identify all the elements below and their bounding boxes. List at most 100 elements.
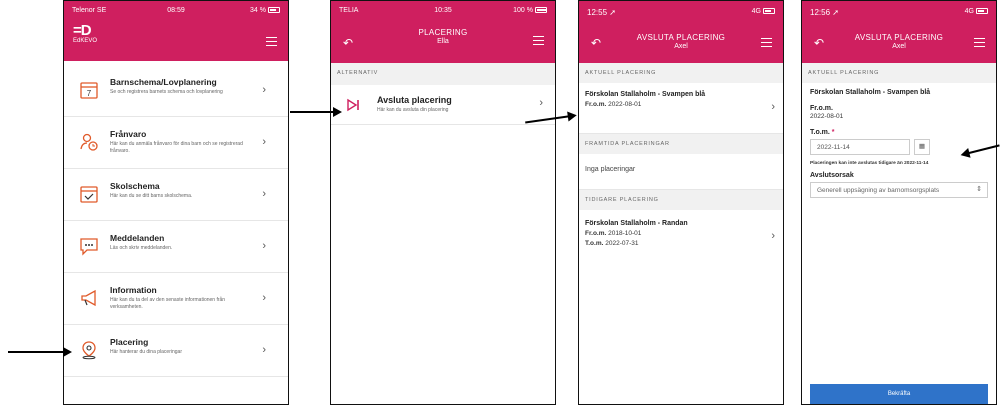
menu-item-title: Meddelanden	[110, 233, 165, 243]
network: 4G	[752, 8, 775, 15]
chevron-right-icon: ›	[262, 136, 266, 148]
menu-item-desc: Här kan du anmäla frånvaro för dina barn…	[110, 141, 243, 154]
min-date-note: Placeringen kan inte avslutas tidigare ä…	[810, 161, 929, 166]
menu-item-skolschema[interactable]: Skolschema Här kan du se ditt barns skol…	[64, 169, 288, 221]
app-header: TELIA 10:35 100 % PLACERING Ella ↶	[331, 1, 555, 63]
current-placement[interactable]: Förskolan Stallaholm - Svampen blå Fr.o.…	[579, 83, 783, 134]
battery-icon	[763, 8, 775, 15]
menu-item-meddelanden[interactable]: Meddelanden Läs och skriv meddelanden. ›	[64, 221, 288, 273]
end-placement-form: Förskolan Stallaholm - Svampen blå Fr.o.…	[802, 83, 996, 204]
edkevo-logo: =D EdKEVO	[73, 22, 98, 44]
back-arrow-icon[interactable]: ↶	[814, 36, 824, 50]
section-header: AKTUELL PLACERING	[802, 63, 996, 83]
menu-item-title: Placering	[110, 337, 149, 347]
menu-item-desc: Läs och skriv meddelanden.	[110, 245, 173, 251]
menu-item-title: Barnschema/Lovplanering	[110, 77, 217, 87]
calendar-check-icon	[80, 186, 98, 203]
menu-item-desc: Här hanterar du dina placeringar	[110, 349, 182, 355]
battery: 34 %	[250, 7, 280, 14]
app-header: Telenor SE 08:59 34 % =D EdKEVO	[64, 1, 288, 61]
calendar-icon[interactable]: ▦	[914, 139, 930, 155]
title: PLACERING	[418, 28, 468, 37]
svg-text:7: 7	[87, 89, 92, 98]
placement-name: Förskolan Stallaholm - Svampen blå	[810, 89, 931, 96]
subtitle: Ella	[437, 38, 449, 45]
subtitle: Axel	[674, 43, 688, 50]
placement-from: Fr.o.m. 2018-10-01	[585, 230, 642, 237]
chevron-right-icon: ›	[771, 101, 775, 113]
placement-name: Förskolan Stallaholm - Svampen blå	[585, 91, 706, 98]
megaphone-icon	[81, 289, 96, 307]
phone-placering-screen: TELIA 10:35 100 % PLACERING Ella ↶ ALTER…	[330, 0, 556, 405]
phone-home-screen: Telenor SE 08:59 34 % =D EdKEVO 7 Barnsc…	[63, 0, 289, 405]
battery-icon	[268, 7, 280, 14]
chevron-right-icon: ›	[262, 84, 266, 96]
from-label: Fr.o.m.	[810, 105, 833, 112]
status-bar: 12:55 ➚ 4G	[579, 8, 783, 18]
back-arrow-icon[interactable]: ↶	[591, 36, 601, 50]
menu-item-title: Frånvaro	[110, 129, 147, 139]
reason-label: Avslutsorsak	[810, 172, 854, 179]
past-placement[interactable]: Förskolan Stallaholm - Randan Fr.o.m. 20…	[579, 210, 783, 272]
to-label: T.o.m. *	[810, 129, 835, 136]
chevron-right-icon: ›	[262, 240, 266, 252]
phone-avsluta-list-screen: 12:55 ➚ 4G AVSLUTA PLACERING Axel ↶ AKTU…	[578, 0, 784, 405]
chevron-right-icon: ›	[262, 188, 266, 200]
battery-icon	[535, 7, 547, 14]
hamburger-menu-icon[interactable]	[533, 36, 544, 48]
to-date-input[interactable]: 2022-11-14	[810, 139, 910, 155]
from-value: 2022-08-01	[810, 113, 844, 120]
hamburger-menu-icon[interactable]	[974, 38, 985, 50]
screen-title: PLACERING Ella	[331, 28, 555, 45]
back-arrow-icon[interactable]: ↶	[343, 36, 353, 50]
calendar-icon: 7	[80, 82, 98, 99]
battery: 100 %	[513, 7, 547, 14]
placement-name: Förskolan Stallaholm - Randan	[585, 220, 688, 227]
placement-from: Fr.o.m. 2022-08-01	[585, 101, 642, 108]
no-placements-text: Inga placeringar	[579, 154, 783, 190]
network: 4G	[965, 8, 988, 15]
section-header: ALTERNATIV	[331, 63, 555, 85]
menu-item-desc: Här kan du avsluta din placering	[377, 107, 449, 113]
section-header: AKTUELL PLACERING	[579, 63, 783, 83]
menu-item-avsluta-placering[interactable]: Avsluta placering Här kan du avsluta din…	[331, 85, 555, 125]
status-bar: TELIA 10:35 100 %	[331, 7, 555, 17]
subtitle: Axel	[892, 43, 906, 50]
screen-title: AVSLUTA PLACERING Axel	[802, 33, 996, 50]
placement-to: T.o.m. 2022-07-31	[585, 240, 639, 247]
section-header: TIDIGARE PLACERING	[579, 190, 783, 210]
hamburger-menu-icon[interactable]	[761, 38, 772, 50]
chat-bubble-icon	[80, 238, 98, 256]
menu-item-barnschema[interactable]: 7 Barnschema/Lovplanering Se och registr…	[64, 65, 288, 117]
battery-icon	[976, 8, 988, 15]
phone-avsluta-form-screen: 12:56 ➚ 4G AVSLUTA PLACERING Axel ↶ AKTU…	[801, 0, 997, 405]
menu-item-title: Skolschema	[110, 181, 160, 191]
title: AVSLUTA PLACERING	[854, 33, 944, 42]
clock: 12:55 ➚	[587, 8, 616, 17]
clock: 12:56 ➚	[810, 8, 839, 17]
chevron-right-icon: ›	[771, 230, 775, 242]
annotation-arrow	[290, 107, 342, 117]
app-header: 12:55 ➚ 4G AVSLUTA PLACERING Axel ↶	[579, 1, 783, 63]
reason-select[interactable]: Generell uppsägning av barnomsorgsplats	[810, 182, 988, 198]
menu-item-desc: Här kan du ta del av den senaste informa…	[110, 297, 226, 310]
status-bar: 12:56 ➚ 4G	[802, 8, 996, 18]
chevron-right-icon: ›	[262, 344, 266, 356]
menu-item-title: Information	[110, 285, 157, 295]
person-clock-icon	[80, 133, 98, 151]
menu-item-franvaro[interactable]: Frånvaro Här kan du anmäla frånvaro för …	[64, 117, 288, 169]
chevron-right-icon: ›	[539, 97, 543, 109]
confirm-button[interactable]: Bekräfta	[810, 384, 988, 404]
title: AVSLUTA PLACERING	[636, 33, 726, 42]
select-arrows-icon: ⇕	[976, 186, 982, 193]
menu-item-information[interactable]: Information Här kan du ta del av den sen…	[64, 273, 288, 325]
menu-item-desc: Här kan du se ditt barns skolschema.	[110, 193, 193, 199]
section-header: FRAMTIDA PLACERINGAR	[579, 134, 783, 154]
menu-item-desc: Se och registrera barnets schema och lov…	[110, 89, 223, 95]
menu-item-title: Avsluta placering	[377, 95, 452, 105]
screen-title: AVSLUTA PLACERING Axel	[579, 33, 783, 50]
menu-item-placering[interactable]: Placering Här hanterar du dina placering…	[64, 325, 288, 377]
hamburger-menu-icon[interactable]	[266, 37, 277, 49]
reason-row: Generell uppsägning av barnomsorgsplats …	[810, 182, 988, 198]
status-bar: Telenor SE 08:59 34 %	[64, 7, 288, 17]
